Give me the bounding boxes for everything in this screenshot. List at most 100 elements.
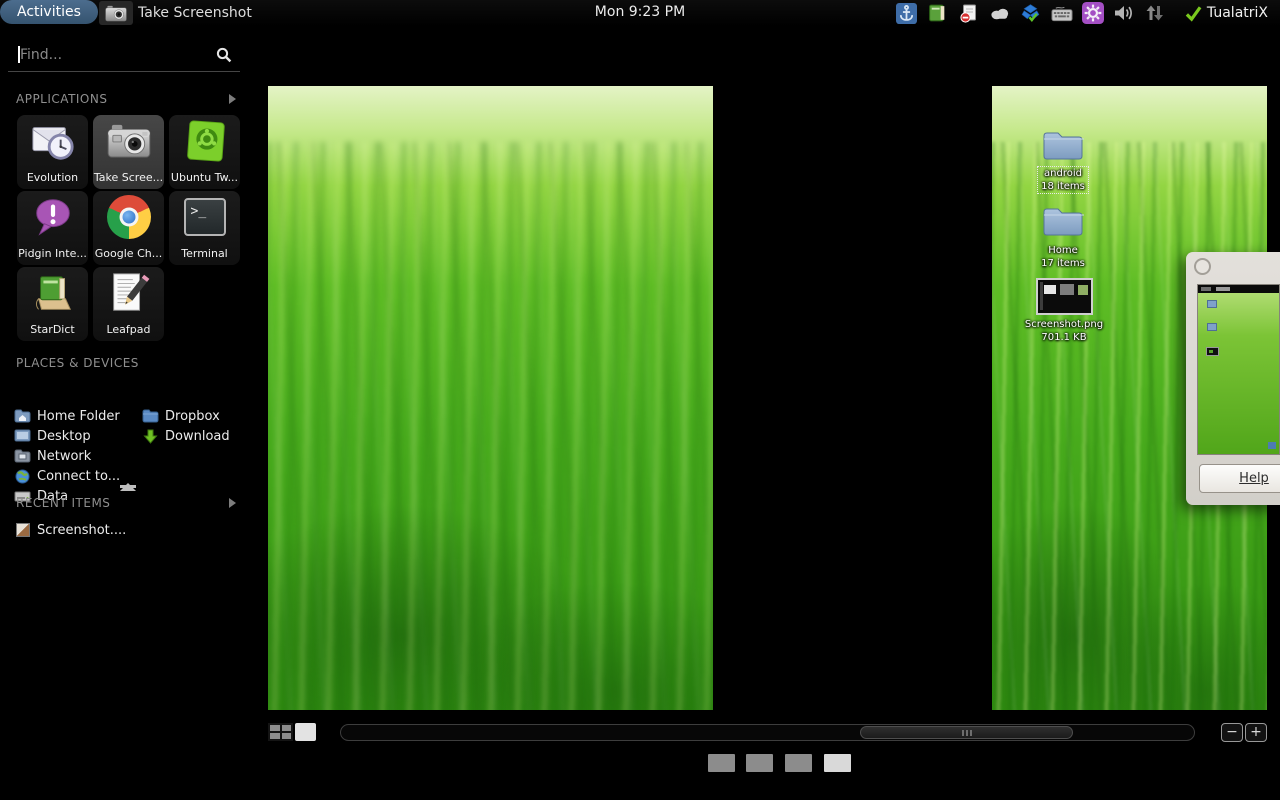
clock[interactable]: Mon 9:23 PM	[595, 4, 685, 20]
app-tile-take-screenshot[interactable]: Take Scree...	[93, 115, 164, 189]
app-label: Pidgin Inte...	[17, 247, 88, 260]
radio-circle-icon	[1194, 258, 1211, 275]
ubuntuone-cloud-icon[interactable]	[989, 2, 1011, 24]
place-label: Home Folder	[37, 409, 120, 424]
app-label: Terminal	[169, 247, 240, 260]
search-icon[interactable]	[216, 47, 232, 67]
place-label: Desktop	[37, 429, 91, 444]
place-label: Connect to...	[37, 469, 120, 484]
scrollbar-thumb[interactable]	[860, 726, 1073, 739]
app-label: Google Ch...	[93, 247, 164, 260]
volume-icon[interactable]	[1113, 2, 1135, 24]
check-icon	[1185, 5, 1202, 22]
username-label: TualatriX	[1207, 5, 1268, 21]
workspace-indicator-2[interactable]	[746, 754, 773, 772]
desktop-icon-home[interactable]: Home 17 items	[1018, 206, 1108, 270]
desktop-icon	[14, 429, 31, 444]
ubuntu-tweak-tray-icon[interactable]	[1082, 2, 1104, 24]
expand-arrow-icon[interactable]	[229, 94, 236, 104]
applications-grid: Evolution Take Scree... Ubuntu Tw... Pid…	[17, 115, 240, 342]
overview-sidebar: APPLICATIONS Evolution Take Scree...	[0, 26, 256, 800]
workspace-indicator-1[interactable]	[708, 754, 735, 772]
notes-blocked-icon[interactable]	[958, 2, 980, 24]
workspace-indicator-4-active[interactable]	[824, 754, 851, 772]
chrome-icon	[106, 194, 152, 240]
add-workspace-button[interactable]: +	[1245, 723, 1267, 742]
app-menu[interactable]: Take Screenshot	[99, 1, 252, 25]
desktop-icon-label: Home	[1018, 244, 1108, 257]
app-tile-stardict[interactable]: StarDict	[17, 267, 88, 341]
app-label: Ubuntu Tw...	[169, 171, 240, 184]
places-title: PLACES & DEVICES	[16, 356, 139, 370]
download-arrow-icon	[142, 429, 159, 444]
search-box[interactable]	[10, 42, 238, 68]
app-tile-terminal[interactable]: >_ Terminal	[169, 191, 240, 265]
eject-button[interactable]	[120, 464, 136, 488]
app-tile-chrome[interactable]: Google Ch...	[93, 191, 164, 265]
desktop-icon-label: Screenshot.png	[1015, 318, 1113, 331]
remove-workspace-button[interactable]: −	[1221, 723, 1243, 742]
mini-folder-icon	[1207, 300, 1217, 308]
home-folder-icon	[14, 409, 31, 424]
grass-wallpaper	[268, 86, 713, 710]
desktop-icon-sublabel: 18 items	[1041, 180, 1085, 193]
workspace-indicator-3[interactable]	[785, 754, 812, 772]
place-desktop[interactable]: Desktop	[14, 426, 91, 446]
place-label: Dropbox	[165, 409, 220, 424]
app-label: Leafpad	[93, 323, 164, 336]
mini-top-panel	[1198, 285, 1279, 293]
recent-item-screenshot[interactable]: Screenshot....	[16, 521, 126, 539]
search-input[interactable]	[10, 42, 238, 68]
screenshot-preview	[1197, 284, 1280, 455]
evolution-icon	[30, 118, 76, 164]
desktop-icon-android[interactable]: android 18 items	[1018, 130, 1108, 194]
image-thumbnail-icon	[16, 523, 30, 537]
mini-trash-icon	[1268, 442, 1276, 449]
folder-icon	[1042, 206, 1084, 238]
place-home-folder[interactable]: Home Folder	[14, 406, 120, 426]
globe-icon	[14, 469, 31, 484]
stardict-icon	[30, 270, 76, 316]
desktop-icon-label: android	[1041, 167, 1085, 180]
workspace-grid-view-button[interactable]	[268, 723, 293, 741]
anchor-icon[interactable]	[896, 2, 918, 24]
selection-box: android 18 items	[1037, 166, 1089, 194]
input-keyboard-icon[interactable]	[1051, 2, 1073, 24]
help-button[interactable]: Help	[1199, 464, 1280, 493]
network-folder-icon	[14, 449, 31, 464]
place-network[interactable]: Network	[14, 446, 91, 466]
activities-button[interactable]: Activities	[0, 0, 98, 24]
workspace-scrollbar[interactable]	[340, 724, 1195, 741]
workspace-preview-left[interactable]	[268, 86, 713, 710]
expand-arrow-icon[interactable]	[229, 498, 236, 508]
mini-screenshot-icon	[1206, 347, 1219, 356]
network-updown-icon[interactable]	[1144, 2, 1166, 24]
take-screenshot-dialog[interactable]: Help	[1186, 252, 1280, 505]
system-tray: TualatriX	[896, 0, 1268, 26]
screenshot-thumbnail-icon	[1036, 278, 1093, 315]
desktop-icon-sublabel: 701.1 KB	[1015, 331, 1113, 344]
dropbox-folder-icon	[142, 409, 159, 424]
workspace-single-view-button[interactable]	[295, 723, 316, 741]
desktop-icon-sublabel: 17 items	[1018, 257, 1108, 270]
place-download[interactable]: Download	[142, 426, 230, 446]
desktop-icon-screenshot[interactable]: Screenshot.png 701.1 KB	[1015, 278, 1113, 344]
place-dropbox[interactable]: Dropbox	[142, 406, 220, 426]
mini-folder-icon	[1207, 323, 1217, 331]
place-label: Network	[37, 449, 91, 464]
dropbox-icon[interactable]	[1020, 2, 1042, 24]
terminal-icon: >_	[182, 194, 228, 240]
pidgin-icon	[30, 194, 76, 240]
app-tile-pidgin[interactable]: Pidgin Inte...	[17, 191, 88, 265]
app-tile-ubuntu-tweak[interactable]: Ubuntu Tw...	[169, 115, 240, 189]
app-tile-leafpad[interactable]: Leafpad	[93, 267, 164, 341]
place-connect-to[interactable]: Connect to...	[14, 466, 120, 486]
applications-title: APPLICATIONS	[16, 92, 107, 106]
user-menu[interactable]: TualatriX	[1185, 5, 1268, 22]
recent-item-label: Screenshot....	[37, 523, 126, 538]
top-panel: Activities Take Screenshot Mon 9:23 PM	[0, 0, 1280, 26]
stardict-tray-icon[interactable]	[927, 2, 949, 24]
app-label: Evolution	[17, 171, 88, 184]
app-tile-evolution[interactable]: Evolution	[17, 115, 88, 189]
place-label: Download	[165, 429, 230, 444]
